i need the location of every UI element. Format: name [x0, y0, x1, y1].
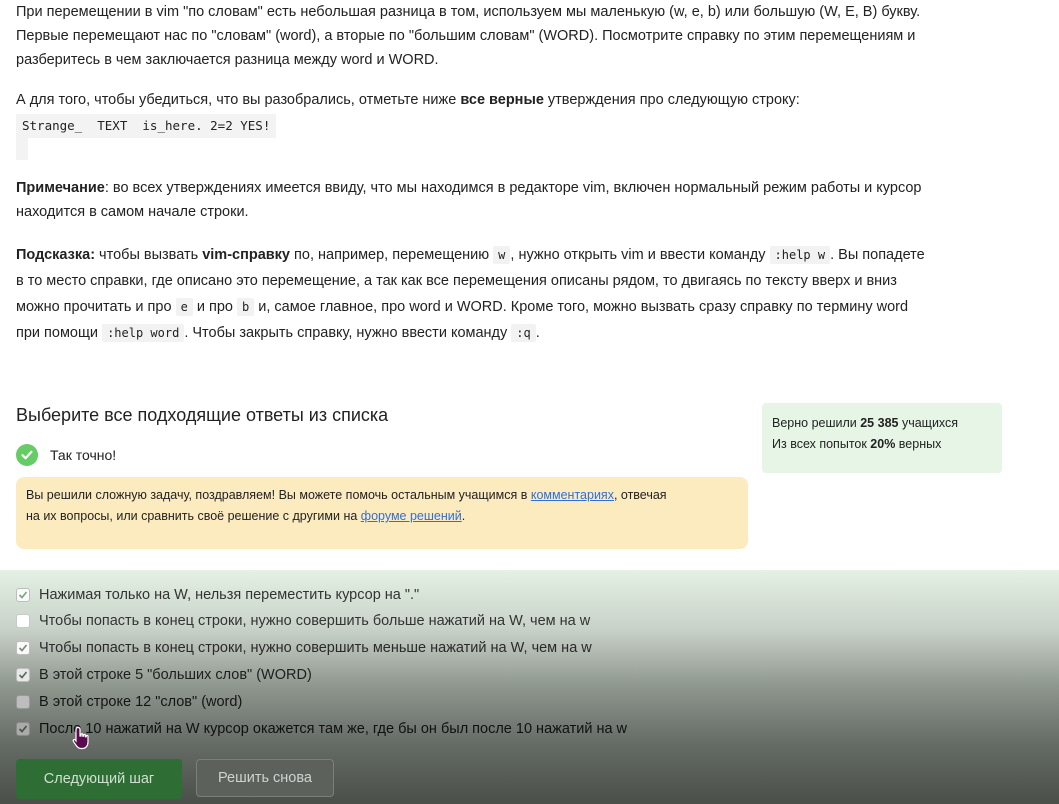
checkbox[interactable]: [16, 588, 30, 602]
checkbox[interactable]: [16, 641, 30, 655]
comments-link[interactable]: комментариях: [531, 488, 614, 502]
next-step-button[interactable]: Следующий шаг: [16, 759, 182, 799]
stats-text: Из всех попыток: [772, 437, 871, 451]
checkbox[interactable]: [16, 614, 30, 628]
notice-text: , отвечая: [613, 488, 667, 502]
answer-label: После 10 нажатий на W курсор окажется та…: [39, 721, 628, 737]
answer-label: Чтобы попасть в конец строки, нужно сове…: [39, 640, 592, 656]
hint-bold: vim-справку: [202, 247, 290, 263]
stats-text: верных: [895, 437, 942, 451]
code-line: Strange_ TEXT is_here. 2=2 YES!: [16, 114, 277, 138]
answer-label: В этой строке 12 "слов" (word): [39, 694, 243, 710]
answer-option[interactable]: После 10 нажатий на W курсор окажется та…: [16, 721, 627, 737]
answer-option[interactable]: В этой строке 5 "больших слов" (WORD): [16, 667, 312, 683]
notice-text: Вы решили сложную задачу, поздравляем! В…: [26, 488, 531, 502]
stats-solved-count: 25 385: [860, 416, 899, 430]
solutions-forum-link[interactable]: форуме решений: [361, 509, 462, 523]
hint-text: .: [535, 325, 540, 341]
hint-paragraph: Подсказка: чтобы вызвать vim-справку по,…: [16, 242, 1016, 346]
notice-text: .: [461, 509, 466, 523]
hint-line-2: в то место справки, где описано это пере…: [16, 273, 897, 289]
inline-code: e: [175, 298, 193, 316]
retry-button[interactable]: Решить снова: [196, 759, 334, 797]
hint-label: Подсказка:: [16, 247, 96, 263]
stats-text: Верно решили: [772, 416, 861, 430]
intro-line-3: разберитесь в чем заключается разница ме…: [16, 52, 439, 68]
hint-text: можно прочитать и про: [16, 299, 176, 315]
answer-option[interactable]: Чтобы попасть в конец строки, нужно сове…: [16, 613, 590, 629]
checkbox-check-icon: [18, 725, 28, 733]
intro-line-2: Первые перемещают нас по "словам" (word)…: [16, 28, 916, 44]
answer-label: Нажимая только на W, нельзя переместить …: [39, 587, 420, 603]
checkbox[interactable]: [16, 668, 30, 682]
answer-label: В этой строке 5 "больших слов" (WORD): [39, 667, 312, 683]
checkbox-check-icon: [18, 671, 28, 679]
hint-text: , нужно открыть vim и ввести команду: [510, 247, 770, 263]
checkbox-check-icon: [18, 591, 28, 599]
hint-text: . Чтобы закрыть справку, нужно ввести ко…: [184, 325, 512, 341]
stats-percent: 20%: [870, 437, 896, 451]
answer-label: Чтобы попасть в конец строки, нужно сове…: [39, 613, 591, 629]
inline-code: w: [493, 246, 511, 264]
hint-text: и, самое главное, про word и WORD. Кроме…: [254, 299, 909, 315]
stats-text: учащихся: [898, 416, 959, 430]
inline-code: :help w: [769, 246, 831, 264]
note-label: Примечание: [16, 180, 105, 196]
task-paragraph: А для того, чтобы убедиться, что вы разо…: [16, 88, 1016, 112]
hint-text: . Вы попадете: [830, 247, 925, 263]
note-line-1: : во всех утверждениях имеется ввиду, чт…: [104, 180, 922, 196]
note-paragraph: Примечание: во всех утверждениях имеется…: [16, 176, 1016, 224]
note-line-2: находится в самом начале строки.: [16, 204, 249, 220]
hint-text: по, например, перемещению: [290, 247, 494, 263]
hint-text: чтобы вызвать: [95, 247, 203, 263]
answer-option[interactable]: Чтобы попасть в конец строки, нужно сове…: [16, 640, 592, 656]
intro-paragraph: При перемещении в vim "по словам" есть н…: [16, 0, 1016, 72]
answer-option[interactable]: Нажимая только на W, нельзя переместить …: [16, 587, 419, 603]
task-text: А для того, чтобы убедиться, что вы разо…: [16, 92, 461, 108]
answer-option[interactable]: В этой строке 12 "слов" (word): [16, 694, 242, 710]
hand-pointer-icon: [72, 726, 94, 755]
checkbox[interactable]: [16, 695, 30, 709]
quiz-title: Выберите все подходящие ответы из списка: [16, 405, 389, 425]
hint-text: и про: [192, 299, 237, 315]
checkbox-check-icon: [18, 644, 28, 652]
task-bold: все верные: [460, 92, 544, 108]
stats-panel: Верно решили 25 385 учащихся Из всех поп…: [762, 403, 1002, 473]
correct-status: Так точно!: [16, 444, 116, 466]
success-notice: Вы решили сложную задачу, поздравляем! В…: [16, 477, 748, 549]
inline-code: b: [236, 298, 255, 316]
correct-label: Так точно!: [50, 447, 117, 463]
notice-text: на их вопросы, или сравнить своё решение…: [26, 509, 361, 523]
hint-text: при помощи: [16, 325, 103, 341]
check-circle-icon: [16, 444, 38, 466]
task-text-suffix: утверждения про следующую строку:: [543, 92, 800, 108]
intro-line-1: При перемещении в vim "по словам" есть н…: [16, 4, 921, 20]
inline-code: :q: [511, 324, 536, 342]
checkbox[interactable]: [16, 722, 30, 736]
inline-code: :help word: [102, 324, 185, 342]
